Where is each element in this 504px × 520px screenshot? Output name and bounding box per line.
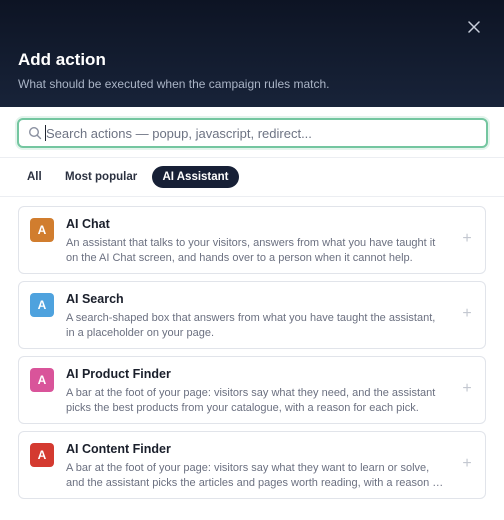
action-badge: A [30,443,54,467]
plus-icon[interactable]: + [460,381,474,397]
action-badge: A [30,293,54,317]
action-title: AI Product Finder [66,367,171,381]
close-icon[interactable] [468,21,480,33]
divider [0,196,504,197]
action-badge: A [30,218,54,242]
action-card-ai-product-finder[interactable]: A AI Product Finder A bar at the foot of… [18,356,486,424]
action-badge: A [30,368,54,392]
action-description: An assistant that talks to your visitors… [66,237,436,264]
action-description: A bar at the foot of your page: visitors… [66,462,446,489]
action-card-ai-chat[interactable]: A AI Chat An assistant that talks to you… [18,206,486,274]
category-tabs: All Most popular AI Assistant [0,158,504,196]
plus-icon[interactable]: + [460,456,474,472]
close-button[interactable] [462,15,486,39]
action-card-ai-search[interactable]: A AI Search A search-shaped box that ans… [18,281,486,349]
tab-ai-assistant[interactable]: AI Assistant [152,166,239,188]
action-title: AI Chat [66,217,110,231]
tab-all[interactable]: All [27,166,42,188]
action-description: A search-shaped box that answers from wh… [66,312,436,339]
tab-most-popular[interactable]: Most popular [65,166,137,188]
action-card-ai-content-finder[interactable]: A AI Content Finder A bar at the foot of… [18,431,486,499]
dialog-header: Add action What should be executed when … [0,0,504,107]
dialog-subtitle: What should be executed when the campaig… [18,77,330,91]
plus-icon[interactable]: + [460,306,474,322]
action-title: AI Search [66,292,124,306]
plus-icon[interactable]: + [460,231,474,247]
search-area [0,107,504,157]
action-description: A bar at the foot of your page: visitors… [66,387,436,414]
search-icon [28,126,42,140]
search-box[interactable] [17,118,488,148]
action-title: AI Content Finder [66,442,171,456]
dialog-title: Add action [18,50,106,69]
text-caret [45,125,46,141]
add-action-dialog: Add action What should be executed when … [0,0,504,520]
search-input[interactable] [46,120,482,146]
